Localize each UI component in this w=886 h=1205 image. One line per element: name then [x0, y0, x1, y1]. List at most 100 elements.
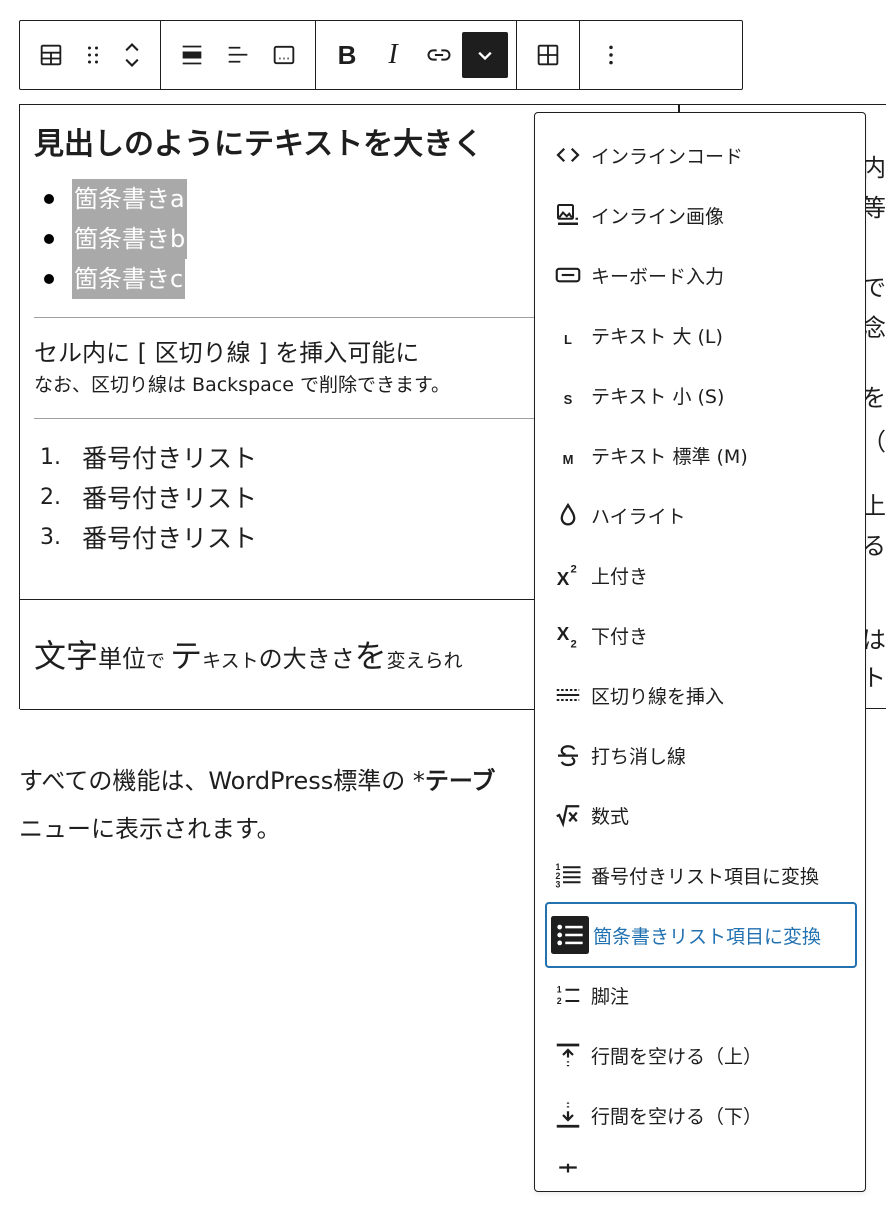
menu-item-label: 上付き: [591, 565, 649, 588]
menu-item-space-below[interactable]: 行間を空ける（下）: [545, 1085, 855, 1145]
block-toolbar: B I: [19, 20, 743, 90]
svg-text:2: 2: [557, 996, 562, 1006]
options-icon[interactable]: [588, 32, 634, 78]
menu-item-label: インライン画像: [591, 205, 725, 228]
menu-item-subscript[interactable]: X2 下付き: [545, 605, 855, 665]
menu-item-inline-image[interactable]: インライン画像: [545, 185, 855, 245]
drag-handle-icon[interactable]: [74, 32, 112, 78]
bold-button[interactable]: B: [324, 32, 370, 78]
menu-item-label: 行間を空ける（下）: [591, 1105, 763, 1128]
toolbar-group-table: [517, 21, 580, 89]
edit-table-icon[interactable]: [525, 32, 571, 78]
menu-item-superscript[interactable]: X2 上付き: [545, 545, 855, 605]
italic-label: I: [388, 39, 398, 70]
svg-text:X: X: [557, 568, 570, 589]
toolbar-group-format: B I: [316, 21, 517, 89]
table-block-icon[interactable]: [28, 32, 74, 78]
menu-item-label: 脚注: [591, 985, 630, 1008]
math-icon: [545, 785, 591, 845]
text-medium: 単位: [98, 645, 147, 673]
list-number: 2.: [40, 484, 61, 510]
text-medium-icon: M: [562, 451, 574, 467]
list-number: 1.: [40, 444, 61, 470]
svg-text:1: 1: [557, 985, 562, 995]
list-text: 番号付きリスト: [82, 484, 258, 513]
toolbar-group-block: [20, 21, 161, 89]
text-large-icon: L: [564, 331, 572, 347]
menu-item-label: テキスト 大 (L): [591, 325, 723, 348]
text-small: で: [146, 650, 166, 672]
selected-text[interactable]: 箇条書きa: [72, 179, 187, 219]
menu-item-label: ハイライト: [591, 505, 686, 528]
menu-item-label: 区切り線を挿入: [591, 685, 725, 708]
svg-text:X: X: [557, 623, 570, 644]
menu-item-math[interactable]: 数式: [545, 785, 855, 845]
italic-button[interactable]: I: [370, 32, 416, 78]
bullet-dot: [44, 194, 54, 204]
list-text: 番号付きリスト: [82, 444, 258, 473]
more-formats-button[interactable]: [462, 32, 508, 78]
move-up-down-icon[interactable]: [112, 32, 152, 78]
menu-item-footnote[interactable]: 12 脚注: [545, 965, 855, 1025]
bullet-dot: [44, 234, 54, 244]
selected-text[interactable]: 箇条書きc: [72, 259, 186, 299]
toolbar-group-options: [580, 21, 642, 89]
partial-icon: [545, 1145, 591, 1205]
menu-item-convert-bullet-list[interactable]: 箇条書きリスト項目に変換: [545, 902, 857, 968]
table-border: [866, 104, 886, 105]
menu-item-highlight[interactable]: ハイライト: [545, 485, 855, 545]
text-small: 変えられ: [386, 650, 463, 672]
menu-item-label: インラインコード: [591, 145, 744, 168]
text-large: テ: [170, 637, 203, 675]
menu-item-strikethrough[interactable]: 打ち消し線: [545, 725, 855, 785]
toolbar-group-align: [161, 21, 316, 89]
text-large: 文字: [34, 637, 99, 675]
menu-item-label: テキスト 小 (S): [591, 385, 725, 408]
menu-item-label: 箇条書きリスト項目に変換: [593, 925, 822, 948]
menu-item-partial[interactable]: [545, 1145, 855, 1205]
menu-item-text-large[interactable]: L テキスト 大 (L): [545, 305, 855, 365]
ordered-list-icon: 123: [545, 845, 591, 905]
paragraph-text: すべての機能は、WordPress標準の *: [19, 767, 425, 795]
align-wide-icon[interactable]: [169, 32, 215, 78]
text-align-left-icon[interactable]: [215, 32, 261, 78]
menu-item-label: 下付き: [591, 625, 649, 648]
menu-item-label: 打ち消し線: [591, 745, 687, 768]
bullet-dot: [44, 274, 54, 284]
list-text: 番号付きリスト: [82, 524, 258, 553]
menu-item-convert-ordered-list[interactable]: 123 番号付きリスト項目に変換: [545, 845, 855, 905]
keyboard-icon: [545, 245, 591, 305]
menu-item-label: キーボード入力: [591, 265, 725, 288]
text-small-icon: S: [563, 391, 573, 407]
space-above-icon: [545, 1025, 591, 1085]
superscript-icon: X2: [545, 545, 591, 605]
menu-item-text-medium[interactable]: M テキスト 標準 (M): [545, 425, 855, 485]
table-column-border: [678, 104, 679, 112]
code-icon: [545, 125, 591, 185]
menu-item-space-above[interactable]: 行間を空ける（上）: [545, 1025, 855, 1085]
menu-item-label: 番号付きリスト項目に変換: [591, 865, 820, 888]
menu-item-insert-separator[interactable]: 区切り線を挿入: [545, 665, 855, 725]
text-large: を: [354, 637, 387, 675]
bullet-list-icon: [547, 905, 593, 965]
menu-item-label: 数式: [591, 805, 630, 828]
link-icon[interactable]: [416, 32, 462, 78]
menu-item-text-small[interactable]: S テキスト 小 (S): [545, 365, 855, 425]
text-medium: の大きさ: [258, 645, 355, 673]
menu-item-label: 行間を空ける（上）: [591, 1045, 763, 1068]
menu-item-inline-code[interactable]: インラインコード: [545, 125, 855, 185]
selected-text[interactable]: 箇条書きb: [72, 219, 188, 259]
subscript-icon: X2: [545, 605, 591, 665]
menu-item-label: テキスト 標準 (M): [591, 445, 748, 468]
text-small: キスト: [202, 650, 259, 672]
separator-icon: [545, 665, 591, 725]
svg-text:2: 2: [571, 639, 577, 651]
caption-icon[interactable]: [261, 32, 307, 78]
paragraph-bold-text: テーブ: [424, 767, 496, 795]
inline-image-icon: [545, 185, 591, 245]
menu-item-keyboard-input[interactable]: キーボード入力: [545, 245, 855, 305]
table-border: [866, 708, 886, 709]
drop-icon: [545, 485, 591, 545]
bold-label: B: [337, 39, 357, 70]
list-number: 3.: [40, 524, 61, 550]
